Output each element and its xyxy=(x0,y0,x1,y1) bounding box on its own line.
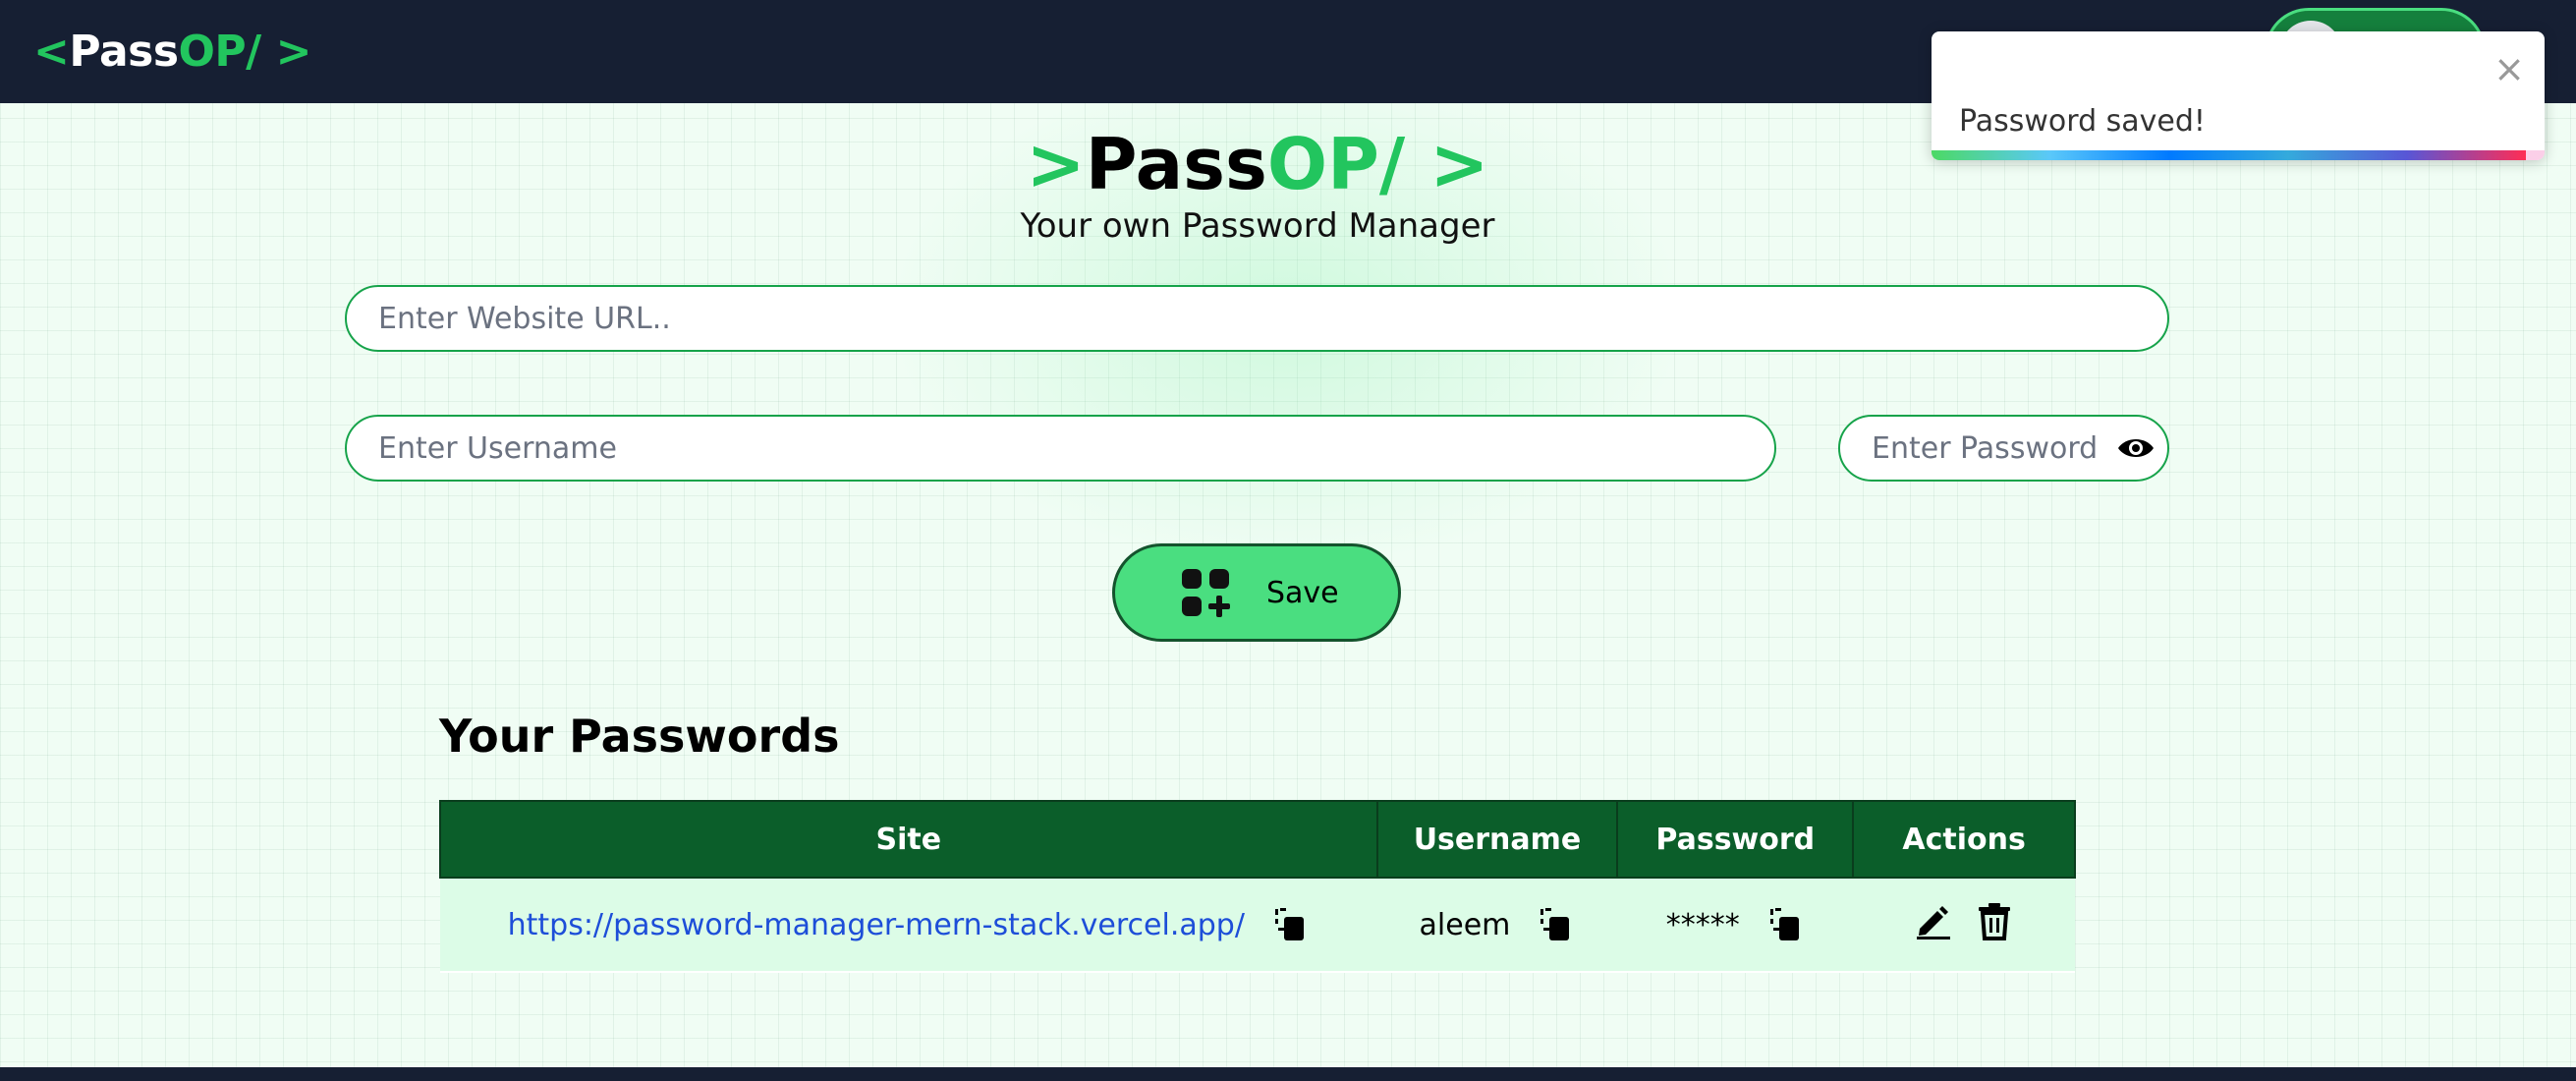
site-link[interactable]: https://password-manager-mern-stack.verc… xyxy=(508,908,1245,942)
page-subtitle: Your own Password Manager xyxy=(1020,206,1495,246)
title-pass: Pass xyxy=(1085,123,1267,205)
title-bracket-right: > xyxy=(1429,123,1489,205)
delete-icon[interactable] xyxy=(1975,901,2014,940)
site-cell: https://password-manager-mern-stack.verc… xyxy=(440,878,1377,973)
save-button-label: Save xyxy=(1266,575,1339,610)
password-field xyxy=(1838,415,2169,482)
navbar-logo[interactable]: <PassOP/ > xyxy=(33,27,311,77)
copy-icon[interactable] xyxy=(1270,905,1310,944)
column-header-username: Username xyxy=(1375,800,1619,879)
logo-bracket-left: < xyxy=(33,27,70,77)
password-cell: ***** xyxy=(1617,878,1854,973)
save-button[interactable]: Save xyxy=(1112,543,1401,642)
passwords-title: Your Passwords xyxy=(439,710,840,763)
username-cell: aleem xyxy=(1376,878,1618,973)
table-row: https://password-manager-mern-stack.verc… xyxy=(440,878,2075,973)
column-header-actions: Actions xyxy=(1852,800,2076,879)
password-value: ***** xyxy=(1665,907,1740,942)
logo-bracket-right: > xyxy=(275,27,312,77)
actions-cell xyxy=(1853,878,2075,973)
toast-message: Password saved! xyxy=(1959,104,2206,139)
username-input[interactable] xyxy=(345,415,1776,482)
edit-icon[interactable] xyxy=(1914,901,1953,940)
title-op: OP/ xyxy=(1266,123,1406,205)
copy-icon[interactable] xyxy=(1765,905,1805,944)
close-icon[interactable]: × xyxy=(2488,47,2531,90)
column-header-site: Site xyxy=(439,800,1378,879)
passwords-table: Site Username Password Actions https://p… xyxy=(439,800,2076,973)
eye-icon[interactable] xyxy=(2116,434,2156,462)
column-header-password: Password xyxy=(1616,800,1855,879)
username-value: aleem xyxy=(1419,907,1511,942)
copy-icon[interactable] xyxy=(1536,905,1575,944)
logo-op: OP/ xyxy=(178,27,262,77)
toast-progress-bar xyxy=(1932,150,2527,160)
toast-notification: Password saved! × xyxy=(1932,31,2545,160)
toast-progress-remaining xyxy=(2526,150,2545,160)
add-icon xyxy=(1182,569,1230,617)
website-url-input[interactable] xyxy=(345,285,2169,352)
title-bracket-left: > xyxy=(1026,123,1086,205)
logo-pass: Pass xyxy=(69,27,179,77)
table-header-row: Site Username Password Actions xyxy=(439,800,2076,879)
footer xyxy=(0,1067,2576,1081)
